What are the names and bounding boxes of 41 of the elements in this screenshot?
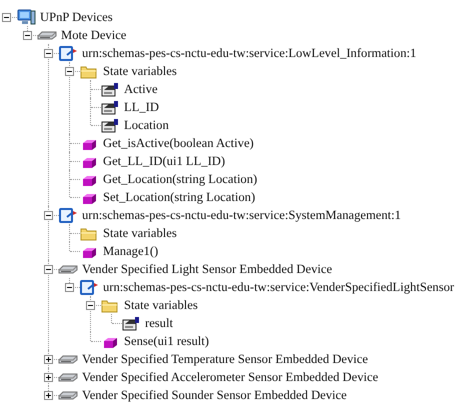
collapse-toggle[interactable] — [44, 265, 53, 274]
expand-toggle[interactable] — [44, 355, 53, 364]
tree-item[interactable]: State variables — [124, 296, 198, 314]
tree-item[interactable]: Get_Location(string Location) — [103, 170, 258, 188]
tree-item[interactable]: Vender Specified Sounder Sensor Embedded Device — [82, 386, 347, 404]
tree-item[interactable]: Vender Specified Light Sensor Embedded Device — [82, 260, 332, 278]
tree-item[interactable]: State variables — [103, 62, 177, 80]
tree-item[interactable]: result — [145, 314, 173, 332]
service-icon — [79, 278, 99, 296]
expand-toggle[interactable] — [44, 373, 53, 382]
tree-item[interactable]: Set_Location(string Location) — [103, 188, 256, 206]
variable-icon — [100, 80, 120, 98]
tree-item[interactable]: urn:schemas-pes-cs-nctu-edu-tw:service:VenderSpecifiedLightSensor — [103, 278, 454, 296]
tree-item[interactable]: Get_isActive(boolean Active) — [103, 134, 254, 152]
tree-item[interactable]: Manage1() — [103, 242, 158, 260]
variable-icon — [100, 116, 120, 134]
tree-item[interactable]: Location — [124, 116, 169, 134]
tree-item[interactable]: LL_ID — [124, 98, 159, 116]
tree-item[interactable]: Active — [124, 80, 158, 98]
collapse-toggle[interactable] — [23, 31, 32, 40]
collapse-toggle[interactable] — [65, 283, 74, 292]
tree-item[interactable]: Vender Specified Accelerometer Sensor Embedded Device — [82, 368, 378, 386]
collapse-toggle[interactable] — [44, 49, 53, 58]
collapse-toggle[interactable] — [65, 67, 74, 76]
variable-icon — [100, 98, 120, 116]
variable-icon — [121, 314, 141, 332]
service-icon — [58, 206, 78, 224]
tree-item[interactable]: urn:schemas-pes-cs-nctu-edu-tw:service:SystemManagement:1 — [82, 206, 401, 224]
tree-item[interactable]: urn:schemas-pes-cs-nctu-edu-tw:service:LowLevel_Information:1 — [82, 44, 416, 62]
service-icon — [58, 44, 78, 62]
tree-item[interactable]: Sense(ui1 result) — [124, 332, 209, 350]
tree-item[interactable]: Mote Device — [61, 26, 126, 44]
collapse-toggle[interactable] — [44, 211, 53, 220]
tree-item[interactable]: Vender Specified Temperature Sensor Embedded Device — [82, 350, 368, 368]
expand-toggle[interactable] — [44, 391, 53, 400]
tree-item[interactable]: Get_LL_ID(ui1 LL_ID) — [103, 152, 226, 170]
tree-item[interactable]: UPnP Devices — [40, 8, 113, 26]
computer-icon — [16, 8, 36, 26]
collapse-toggle[interactable] — [2, 13, 11, 22]
tree-item[interactable]: State variables — [103, 224, 177, 242]
collapse-toggle[interactable] — [86, 301, 95, 310]
